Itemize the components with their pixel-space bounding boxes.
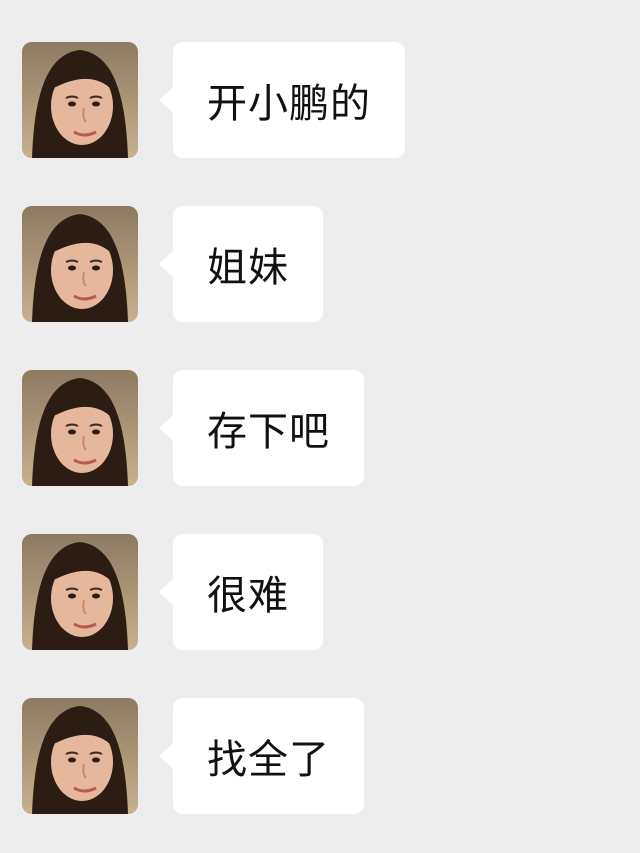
message-bubble[interactable]: 存下吧 <box>159 370 364 486</box>
message-row: 存下吧 <box>22 370 364 486</box>
message-bubble[interactable]: 开小鹏的 <box>159 42 405 158</box>
message-bubble[interactable]: 找全了 <box>159 698 364 814</box>
message-text: 开小鹏的 <box>207 81 371 127</box>
message-bubble[interactable]: 很难 <box>159 534 323 650</box>
message-bubble[interactable]: 姐妹 <box>159 206 323 322</box>
message-text: 很难 <box>207 573 289 619</box>
message-row: 开小鹏的 <box>22 42 405 158</box>
avatar[interactable] <box>22 534 138 650</box>
message-row: 很难 <box>22 534 323 650</box>
message-text: 存下吧 <box>207 409 330 455</box>
avatar[interactable] <box>22 698 138 814</box>
message-text: 姐妹 <box>207 245 289 291</box>
message-row: 找全了 <box>22 698 364 814</box>
avatar[interactable] <box>22 206 138 322</box>
avatar-portrait-icon <box>22 206 138 322</box>
message-row: 姐妹 <box>22 206 323 322</box>
chat-thread: 开小鹏的 姐妹 存下吧 很难 找全了 <box>0 0 640 853</box>
avatar-portrait-icon <box>22 42 138 158</box>
avatar-portrait-icon <box>22 698 138 814</box>
avatar[interactable] <box>22 370 138 486</box>
avatar[interactable] <box>22 42 138 158</box>
avatar-portrait-icon <box>22 534 138 650</box>
message-text: 找全了 <box>207 737 330 783</box>
avatar-portrait-icon <box>22 370 138 486</box>
